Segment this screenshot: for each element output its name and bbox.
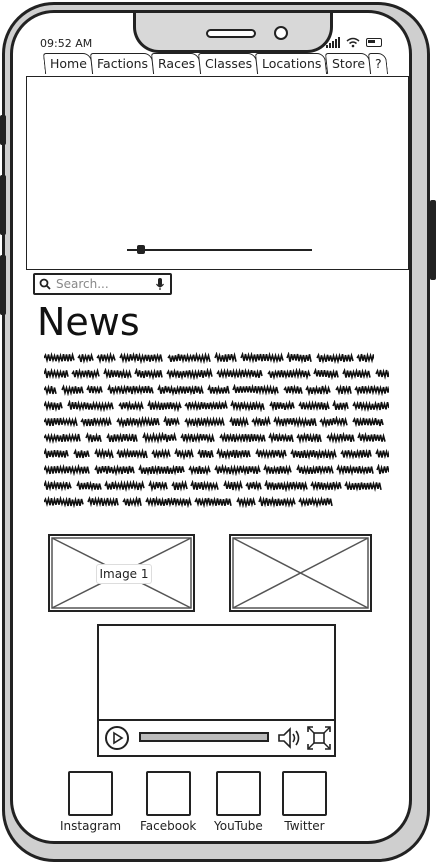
notch [133, 13, 333, 53]
page-title: News [37, 300, 140, 344]
hero-carousel [26, 76, 409, 270]
status-time: 09:52 AM [40, 37, 93, 50]
search-placeholder: Search... [56, 277, 109, 291]
tab-races[interactable]: Races [150, 53, 202, 74]
image-placeholder-1: Image 1 [48, 534, 195, 612]
twitter-icon[interactable] [282, 771, 327, 816]
scribble-line [44, 384, 389, 396]
scribble-line [44, 416, 389, 428]
hero-slider-track[interactable] [127, 249, 312, 251]
scribble-line [44, 352, 389, 364]
social-link-facebook[interactable]: Facebook [140, 771, 196, 833]
scribble-line [44, 448, 389, 460]
search-input[interactable]: Search... [33, 273, 172, 295]
fullscreen-icon[interactable] [307, 726, 331, 750]
social-link-youtube[interactable]: YouTube [214, 771, 263, 833]
camera [274, 26, 288, 40]
social-label: YouTube [214, 819, 263, 833]
hero-slider-handle[interactable] [137, 245, 145, 254]
side-button-left-bottom [0, 255, 6, 315]
youtube-icon[interactable] [215, 771, 261, 816]
speaker [206, 29, 256, 38]
tab-factions[interactable]: Factions [89, 53, 155, 74]
side-button-left-top [0, 115, 6, 145]
social-label: Facebook [140, 819, 197, 833]
image-placeholder-2 [229, 534, 372, 612]
facebook-icon[interactable] [145, 771, 191, 816]
nav-tabs: Home Factions Races Classes Locations St… [42, 53, 388, 76]
video-controls [99, 719, 334, 755]
scribble-line [44, 480, 389, 492]
wifi-icon [346, 37, 360, 47]
image-cross-icon [232, 537, 369, 609]
status-icons [326, 36, 382, 48]
image-label: Image 1 [96, 564, 152, 584]
instagram-icon[interactable] [68, 771, 114, 816]
social-label: Twitter [284, 819, 325, 833]
search-icon [39, 278, 51, 290]
video-progress-fill [141, 734, 267, 740]
play-button[interactable] [105, 726, 129, 750]
social-link-instagram[interactable]: Instagram [60, 771, 121, 833]
side-button-right [430, 200, 436, 280]
scribble-line [44, 400, 389, 412]
mic-icon[interactable] [155, 277, 165, 291]
video-player[interactable] [97, 624, 336, 757]
social-link-twitter[interactable]: Twitter [282, 771, 327, 833]
scribble-line [44, 368, 389, 380]
scribble-line [44, 464, 389, 476]
play-icon [113, 731, 124, 745]
tab-home[interactable]: Home [42, 53, 94, 74]
tab-locations[interactable]: Locations [255, 53, 328, 74]
news-body-text [44, 352, 389, 512]
tab-store[interactable]: Store [324, 53, 371, 74]
social-label: Instagram [60, 819, 122, 833]
scribble-line [44, 496, 389, 508]
scribble-line [44, 432, 389, 444]
volume-icon[interactable] [277, 726, 301, 750]
signal-icon [326, 36, 340, 48]
battery-icon [366, 37, 382, 47]
side-button-left-mid [0, 175, 6, 235]
tab-help[interactable]: ? [367, 53, 388, 74]
tab-classes[interactable]: Classes [198, 53, 259, 74]
video-progress-bar[interactable] [139, 732, 269, 742]
